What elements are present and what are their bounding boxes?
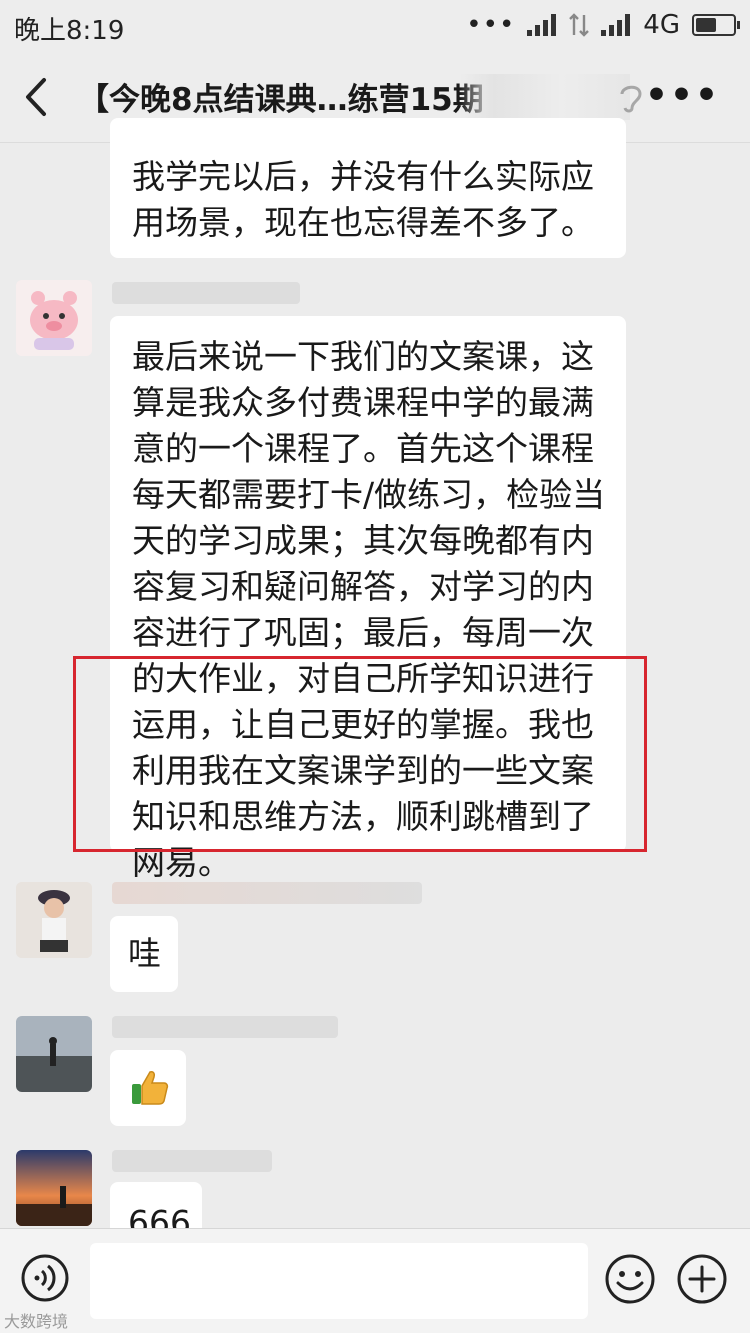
message-bubble-wow: 哇 xyxy=(110,916,178,992)
status-time: 晚上8:19 xyxy=(14,16,125,46)
watermark: 大数跨境 xyxy=(4,1312,69,1331)
back-button[interactable] xyxy=(18,72,58,122)
sender-name-blurred xyxy=(112,882,422,904)
more-button[interactable]: ••• xyxy=(645,78,720,114)
emoji-button[interactable] xyxy=(604,1253,656,1305)
avatar-sunset-image xyxy=(16,1150,92,1226)
message-bubble-thumbs xyxy=(110,1050,186,1126)
message-bubble-666: 666 xyxy=(110,1182,202,1228)
battery-icon xyxy=(692,14,740,36)
network-type: 4G xyxy=(643,10,680,40)
title-blur xyxy=(460,74,630,120)
sender-name-blurred xyxy=(112,1150,272,1172)
message-text: 666 xyxy=(128,1203,191,1228)
signal-icon xyxy=(527,14,557,36)
signal-icon-2 xyxy=(601,14,631,36)
avatar[interactable] xyxy=(16,882,92,958)
sender-name-blurred xyxy=(112,1016,338,1038)
status-bar: 晚上8:19 ••• 4G xyxy=(0,0,750,52)
plus-button[interactable] xyxy=(676,1253,728,1305)
thumbs-up-icon xyxy=(132,1071,169,1105)
message-text: 我学完以后，并没有什么实际应用场景，现在也忘得差不多了。 xyxy=(132,157,594,242)
sender-name-blurred xyxy=(112,282,300,304)
message-bubble-top: 我学完以后，并没有什么实际应用场景，现在也忘得差不多了。 xyxy=(110,118,626,258)
input-bar xyxy=(0,1228,750,1333)
message-input[interactable] xyxy=(90,1243,588,1319)
status-indicators: ••• 4G xyxy=(466,10,740,40)
highlight-box xyxy=(73,656,647,852)
voice-button[interactable] xyxy=(20,1253,70,1303)
avatar[interactable] xyxy=(16,280,92,356)
avatar-pig-image xyxy=(16,280,92,356)
message-text: 哇 xyxy=(128,934,161,973)
data-arrows-icon xyxy=(569,13,590,37)
avatar-child-image xyxy=(16,882,92,958)
avatar[interactable] xyxy=(16,1016,92,1092)
avatar-landscape-image xyxy=(16,1016,92,1092)
dots-icon: ••• xyxy=(466,10,516,40)
ear-icon xyxy=(620,85,642,113)
avatar[interactable] xyxy=(16,1150,92,1226)
